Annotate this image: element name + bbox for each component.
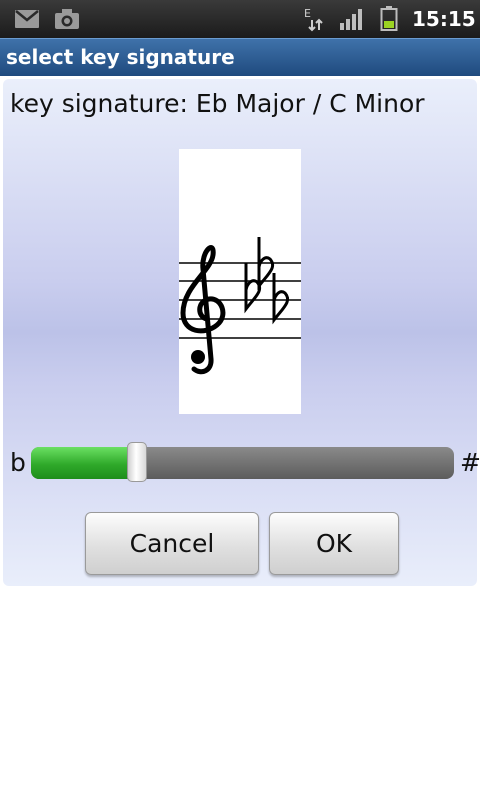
staff-lines [179, 262, 301, 339]
staff-svg [179, 237, 301, 375]
key-slider-row: b # [3, 442, 480, 485]
slider-fill [31, 447, 137, 479]
signal-icon [340, 9, 362, 30]
clock: 15:15 [412, 7, 476, 31]
flat-accidentals [244, 237, 290, 325]
camera-icon [55, 9, 79, 29]
status-bar: E 15:15 [0, 0, 480, 38]
staff-preview [179, 149, 301, 414]
flat-icon [257, 237, 275, 291]
slider-thumb[interactable] [127, 442, 147, 482]
ok-button[interactable]: OK [269, 512, 399, 575]
edge-data-icon: E [304, 7, 323, 32]
dialog-title: select key signature [6, 45, 235, 69]
key-signature-value: Eb Major / C Minor [195, 89, 425, 118]
key-signature-label: key signature: [10, 89, 188, 118]
gmail-icon [15, 10, 39, 28]
flat-label: b [10, 448, 26, 477]
clef-tail-dot [191, 350, 205, 364]
key-signature-readout: key signature: Eb Major / C Minor [10, 89, 425, 118]
key-signature-dialog: key signature: Eb Major / C Minor b # Ca… [3, 79, 480, 586]
svg-text:E: E [304, 7, 311, 20]
sharp-label: # [460, 448, 480, 477]
flat-icon [272, 273, 290, 325]
dialog-title-bar: select key signature [0, 38, 480, 76]
battery-icon [380, 6, 398, 31]
cancel-button[interactable]: Cancel [85, 512, 259, 575]
key-slider[interactable] [31, 447, 454, 479]
